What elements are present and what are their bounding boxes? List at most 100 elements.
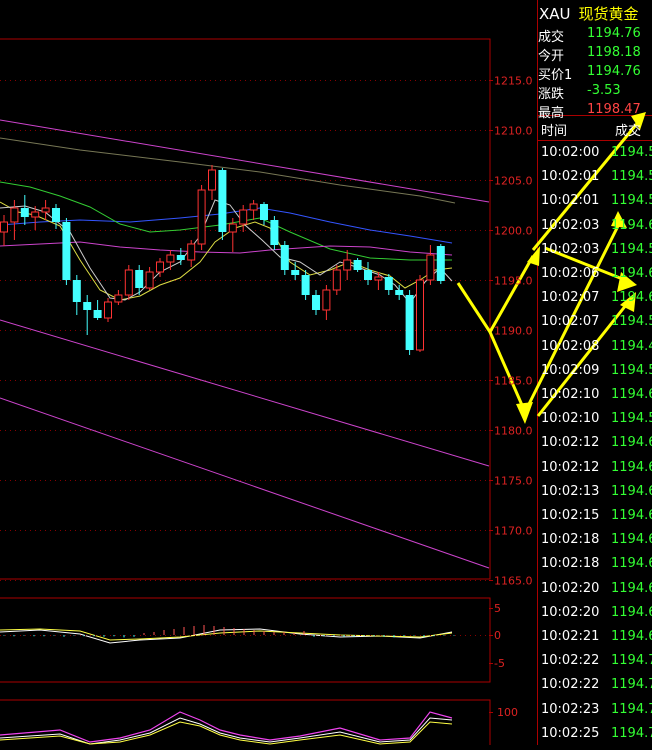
tick-row: 10:02:09 1194.50	[537, 363, 652, 387]
channel-line-mid	[0, 319, 490, 467]
tick-price: 1194.60	[611, 266, 652, 281]
tick-time: 10:02:07	[541, 290, 600, 306]
candlestick-series	[0, 165, 445, 355]
tick-price: 1194.57	[611, 193, 652, 209]
tick-price: 1194.76	[611, 725, 652, 741]
tick-price: 1194.68	[611, 290, 652, 306]
indicator2-axis: 100	[489, 706, 518, 719]
tick-row: 10:02:18 1194.69	[537, 556, 652, 580]
quote-label: 涨跌	[538, 87, 565, 102]
tick-price: 1194.69	[611, 556, 652, 572]
tick-price: 1194.62	[611, 435, 652, 451]
indicator2-panel	[0, 711, 453, 745]
indicator2-line-magenta	[0, 711, 453, 743]
candle-body	[384, 277, 393, 290]
candle-body	[228, 223, 237, 233]
quote-value: 1198.18	[587, 45, 641, 60]
tick-price: 1194.70	[611, 653, 652, 669]
price-tick-label: 1215.0	[494, 75, 533, 88]
tick-time: 10:02:06	[541, 266, 600, 281]
tick-row: 10:02:03 1194.61	[537, 218, 652, 242]
candle-body	[270, 220, 279, 245]
tick-row: 10:02:12 1194.62	[537, 435, 652, 459]
tick-row: 10:02:07 1194.58	[537, 314, 652, 338]
tick-time: 10:02:12	[541, 459, 600, 475]
quote-label: 买价1	[538, 68, 573, 83]
candle-body	[374, 276, 383, 281]
chart-overlays	[0, 119, 490, 569]
tick-row: 10:02:08 1194.44	[537, 339, 652, 363]
quote-row: 今开 1198.18	[537, 45, 652, 64]
tick-row: 10:02:01 1194.57	[537, 193, 652, 217]
tick-time: 10:02:01	[541, 169, 600, 185]
annotation-arrow-path	[456, 255, 535, 335]
price-tick-label: 1180.0	[494, 425, 533, 438]
quote-row: 买价1 1194.76	[537, 64, 652, 83]
tick-row: 10:02:12 1194.61	[537, 460, 652, 484]
indicator2-tick-label: 100	[497, 706, 518, 719]
candle-body	[41, 207, 50, 213]
tick-price: 1194.58	[611, 411, 652, 427]
tick-time: 10:02:10	[541, 411, 600, 427]
tick-time: 10:02:12	[541, 435, 600, 451]
candle-body	[332, 269, 341, 291]
quote-row: 涨跌 -3.53	[537, 83, 652, 102]
quote-value: 1198.47	[587, 102, 641, 117]
quote-value: -3.53	[587, 83, 621, 98]
tick-price: 1194.50	[611, 362, 652, 378]
tick-price: 1194.58	[611, 314, 652, 330]
tick-price: 1194.78	[611, 701, 652, 717]
quote-value: 1194.76	[587, 26, 641, 41]
price-tick-label: 1190.0	[494, 325, 533, 338]
candle-body	[52, 208, 60, 222]
candle-body	[353, 260, 362, 270]
price-tick-label: 1165.0	[494, 575, 533, 588]
indicator1-line-yellow	[0, 628, 453, 641]
channel-line-upper	[0, 119, 490, 203]
candle-body	[436, 246, 445, 281]
price-tick-label: 1200.0	[494, 225, 533, 238]
tick-price: 1194.53	[611, 145, 652, 160]
candle-body	[83, 302, 92, 310]
indicator1-histogram	[3, 625, 455, 638]
indicator1-frame	[0, 597, 491, 683]
candle-body	[187, 243, 196, 261]
tick-time: 10:02:01	[541, 193, 600, 209]
tick-row: 10:02:20 1194.69	[537, 605, 652, 629]
candle-body	[124, 269, 133, 296]
candle-body	[166, 254, 175, 263]
tick-price: 1194.73	[611, 677, 652, 693]
tick-row: 10:02:06 1194.60	[537, 266, 652, 290]
candle-body	[208, 169, 216, 191]
candle-body	[197, 189, 206, 245]
tick-time: 10:02:20	[541, 580, 600, 596]
tick-row: 10:02:18 1194.64	[537, 532, 652, 556]
tick-time: 10:02:10	[541, 387, 600, 402]
tick-price: 1194.44	[611, 338, 652, 354]
tick-row: 10:02:07 1194.68	[537, 290, 652, 314]
candle-body	[405, 295, 414, 350]
price-tick-label: 1185.0	[494, 375, 533, 388]
candle-body	[322, 289, 331, 311]
quote-label: 今开	[538, 49, 565, 64]
price-tick-label: 1210.0	[494, 125, 533, 138]
tick-price: 1194.54	[611, 169, 652, 185]
moving-average-long	[0, 137, 456, 204]
price-tick-label: 1170.0	[494, 525, 533, 538]
tick-row: 10:02:03 1194.58	[537, 242, 652, 266]
candle-body	[280, 245, 289, 270]
candle-body	[31, 211, 40, 218]
candle-body	[312, 295, 320, 310]
candle-body	[301, 275, 310, 295]
annotation-arrowhead	[516, 402, 533, 424]
price-tick-label: 1195.0	[494, 275, 533, 288]
candle-body	[395, 290, 404, 295]
tick-row: 10:02:22 1194.73	[537, 677, 652, 701]
candle-body	[10, 207, 19, 223]
tick-price: 1194.68	[611, 629, 652, 644]
candle-body	[20, 208, 29, 217]
tick-row: 10:02:20 1194.64	[537, 581, 652, 605]
tick-time: 10:02:22	[541, 677, 600, 693]
price-tick-label: 1175.0	[494, 475, 533, 488]
instrument-symbol: XAU	[539, 5, 571, 23]
